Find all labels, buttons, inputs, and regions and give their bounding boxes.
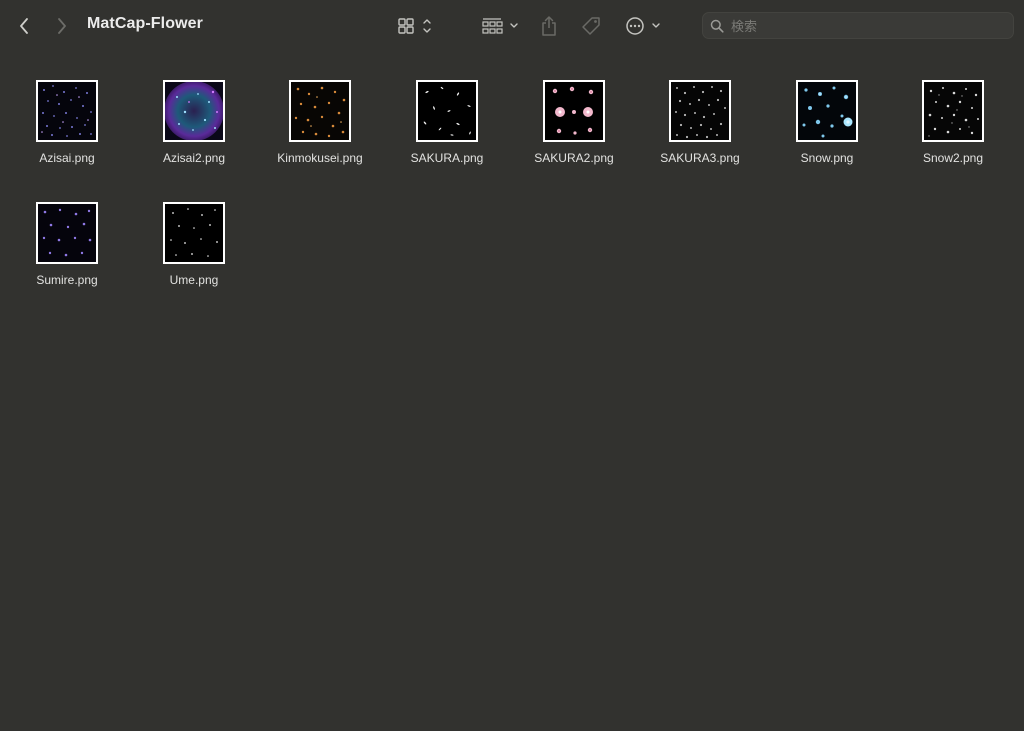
ellipsis-circle-icon [626,17,660,35]
icon-grid-view-icon [398,18,431,34]
file-name: Azisai2.png [162,151,226,165]
file-item[interactable]: Azisai2.png [134,70,254,165]
file-thumbnail [416,80,478,142]
file-item[interactable]: Kinmokusei.png [260,70,380,165]
share-icon [542,16,556,36]
file-item[interactable]: Ume.png [134,192,254,287]
back-button[interactable] [14,14,34,38]
file-name: SAKURA2.png [534,151,614,165]
file-thumbnail [796,80,858,142]
tag-icon [582,17,600,35]
finder-window: MatCap-Flower 検索 Azisai.png Azisai2.png … [0,0,1024,731]
window-title: MatCap-Flower [87,15,203,32]
file-name: Snow2.png [922,151,984,165]
forward-button[interactable] [52,14,72,38]
file-name: Kinmokusei.png [277,151,363,165]
file-item[interactable]: SAKURA.png [387,70,507,165]
file-item[interactable]: Sumire.png [7,192,127,287]
more-actions-button[interactable] [622,13,664,39]
file-thumbnail [36,202,98,264]
search-icon [710,19,724,33]
chevron-left-icon [20,18,28,34]
file-name: SAKURA.png [410,151,484,165]
file-name: Snow.png [800,151,854,165]
tag-button[interactable] [578,13,604,39]
group-by-button[interactable] [478,14,522,38]
file-name: SAKURA3.png [660,151,740,165]
share-button[interactable] [536,13,562,39]
chevron-right-icon [58,18,66,34]
file-thumbnail [922,80,984,142]
toolbar: MatCap-Flower [0,0,1024,52]
file-item[interactable]: SAKURA3.png [640,70,760,165]
view-mode-button[interactable] [392,14,436,38]
file-name: Sumire.png [36,273,98,287]
file-thumbnail [669,80,731,142]
file-name: Azisai.png [39,151,95,165]
file-thumbnail [163,202,225,264]
search-input[interactable] [729,16,1003,38]
file-name: Ume.png [169,273,219,287]
file-thumbnail [36,80,98,142]
file-item[interactable]: Azisai.png [7,70,127,165]
file-item[interactable]: Snow.png [767,70,887,165]
group-by-icon [482,18,518,34]
file-thumbnail [543,80,605,142]
file-thumbnail [163,80,225,142]
search-field[interactable] [702,12,1014,39]
file-thumbnail [289,80,351,142]
file-item[interactable]: SAKURA2.png [514,70,634,165]
file-item[interactable]: Snow2.png [893,70,1013,165]
